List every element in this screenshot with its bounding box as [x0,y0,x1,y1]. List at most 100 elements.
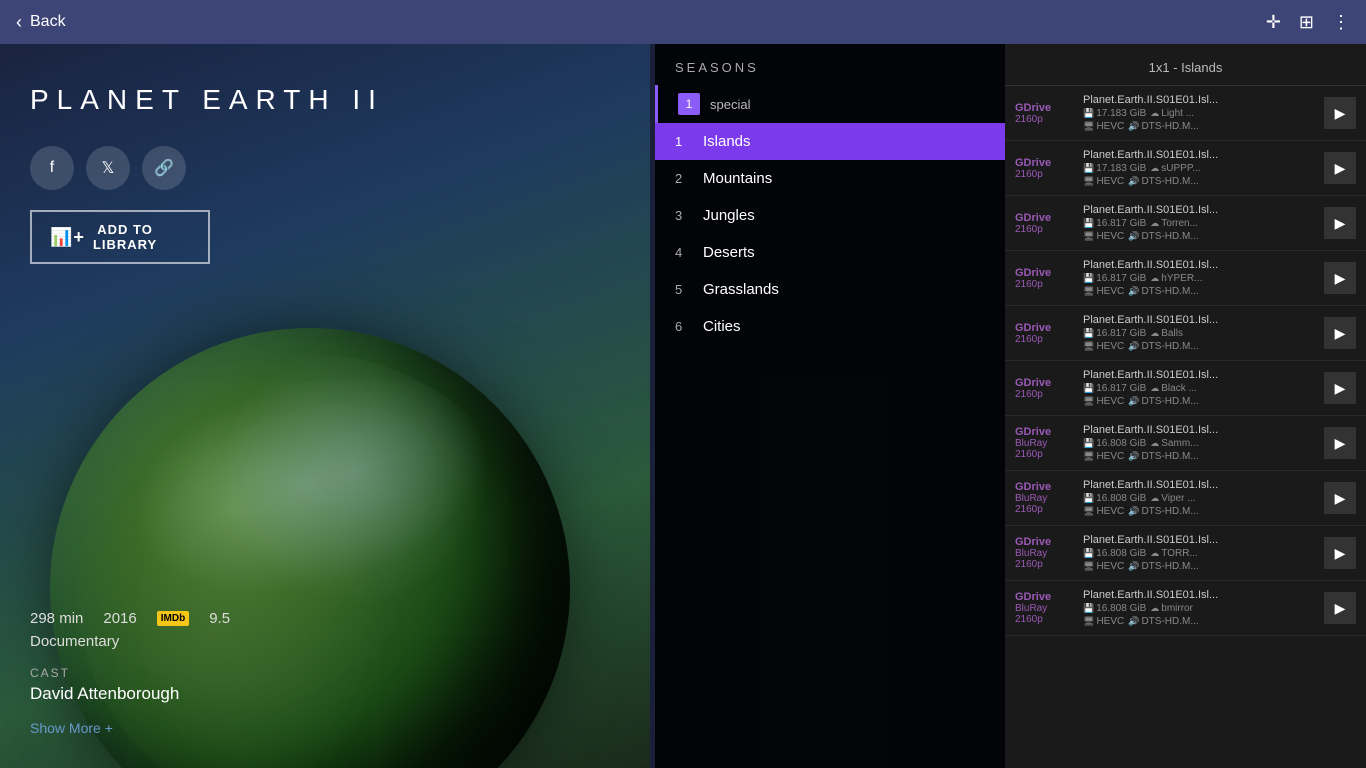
add-library-icon: 📊+ [50,227,85,248]
file-name: Planet.Earth.II.S01E01.Isl... [1083,149,1316,161]
twitter-button[interactable]: 𝕏 [86,146,130,190]
file-source: GDrive BluRay 2160p [1015,591,1075,625]
grid-icon[interactable]: ⊞ [1299,12,1314,33]
file-details: 💾 16.808 GiB ☁ bmirror [1083,603,1316,614]
file-details: 💾 16.808 GiB ☁ Samm... [1083,438,1316,449]
file-item-5: GDrive 2160p Planet.Earth.II.S01E01.Isl.… [1005,361,1366,416]
genre: Documentary [30,633,620,650]
season-item-islands[interactable]: 1 Islands [655,123,1005,160]
source-type: BluRay [1015,438,1047,449]
season-number: 6 [675,319,689,334]
source-type: BluRay [1015,493,1047,504]
season-item-mountains[interactable]: 2 Mountains [655,160,1005,197]
files-panel: 1x1 - Islands GDrive 2160p Planet.Earth.… [1005,44,1366,768]
season-special-item[interactable]: 1 special [655,85,1005,123]
file-details: 💾 16.808 GiB ☁ Viper ... [1083,493,1316,504]
cloud-icon: ☁ [1150,218,1159,229]
file-item-8: GDrive BluRay 2160p Planet.Earth.II.S01E… [1005,526,1366,581]
codec-item: 🖥 HEVC [1083,561,1124,572]
special-label: special [710,97,750,112]
social-icons-group: f 𝕏 🔗 [30,146,620,190]
cloud-icon: ☁ [1150,328,1159,339]
season-number: 2 [675,171,689,186]
file-name: Planet.Earth.II.S01E01.Isl... [1083,369,1316,381]
file-cloud: hYPER... [1161,273,1202,284]
play-button-4[interactable]: ▶ [1324,317,1356,349]
source-name: GDrive [1015,102,1051,114]
codec: HEVC [1096,561,1124,572]
season-item-cities[interactable]: 6 Cities [655,308,1005,345]
audio: DTS-HD.M... [1141,506,1198,517]
facebook-button[interactable]: f [30,146,74,190]
file-codec-details: 🖥 HEVC 🔊 DTS-HD.M... [1083,341,1316,352]
imdb-badge: IMDb [157,611,189,626]
cast-name: David Attenborough [30,684,620,704]
cloud-icon: ☁ [1150,273,1159,284]
season-name: Jungles [703,207,755,224]
source-res: 2160p [1015,279,1043,290]
codec-item: 🖥 HEVC [1083,176,1124,187]
play-button-9[interactable]: ▶ [1324,592,1356,624]
audio-item: 🔊 DTS-HD.M... [1128,506,1198,517]
codec-item: 🖥 HEVC [1083,121,1124,132]
file-codec-details: 🖥 HEVC 🔊 DTS-HD.M... [1083,176,1316,187]
file-codec-details: 🖥 HEVC 🔊 DTS-HD.M... [1083,506,1316,517]
source-res: 2160p [1015,504,1043,515]
play-button-3[interactable]: ▶ [1324,262,1356,294]
play-button-0[interactable]: ▶ [1324,97,1356,129]
file-cloud: Samm... [1161,438,1198,449]
source-type: BluRay [1015,603,1047,614]
more-icon[interactable]: ⋮ [1332,12,1350,33]
season-item-jungles[interactable]: 3 Jungles [655,197,1005,234]
season-item-grasslands[interactable]: 5 Grasslands [655,271,1005,308]
play-button-7[interactable]: ▶ [1324,482,1356,514]
file-size: 16.808 GiB [1096,493,1146,504]
file-item-1: GDrive 2160p Planet.Earth.II.S01E01.Isl.… [1005,141,1366,196]
play-button-2[interactable]: ▶ [1324,207,1356,239]
season-item-deserts[interactable]: 4 Deserts [655,234,1005,271]
audio-item: 🔊 DTS-HD.M... [1128,341,1198,352]
file-cloud-item: ☁ Viper ... [1150,493,1195,504]
monitor-icon: 🖥 [1083,561,1094,572]
cloud-icon: ☁ [1150,493,1159,504]
play-button-8[interactable]: ▶ [1324,537,1356,569]
file-size-item: 💾 17.183 GiB [1083,108,1146,119]
cast-label: CAST [30,666,620,680]
file-cloud: Viper ... [1161,493,1195,504]
back-button[interactable]: ‹ Back [16,12,66,33]
file-size-item: 💾 16.817 GiB [1083,383,1146,394]
codec: HEVC [1096,451,1124,462]
file-cloud: bmirror [1161,603,1193,614]
file-codec-details: 🖥 HEVC 🔊 DTS-HD.M... [1083,231,1316,242]
hdd-icon: 💾 [1083,493,1094,504]
play-button-1[interactable]: ▶ [1324,152,1356,184]
file-cloud: Torren... [1161,218,1198,229]
monitor-icon: 🖥 [1083,121,1094,132]
back-label: Back [30,13,66,31]
hdd-icon: 💾 [1083,218,1094,229]
file-source: GDrive 2160p [1015,157,1075,180]
codec: HEVC [1096,396,1124,407]
file-cloud-item: ☁ Samm... [1150,438,1198,449]
file-cloud: sUPPP... [1161,163,1200,174]
file-details: 💾 17.183 GiB ☁ sUPPP... [1083,163,1316,174]
file-item-4: GDrive 2160p Planet.Earth.II.S01E01.Isl.… [1005,306,1366,361]
add-to-library-button[interactable]: 📊+ ADD TOLIBRARY [30,210,210,264]
file-item-0: GDrive 2160p Planet.Earth.II.S01E01.Isl.… [1005,86,1366,141]
audio-item: 🔊 DTS-HD.M... [1128,396,1198,407]
top-bar: ‹ Back ✛ ⊞ ⋮ [0,0,1366,44]
file-size: 16.808 GiB [1096,603,1146,614]
audio-item: 🔊 DTS-HD.M... [1128,231,1198,242]
file-size: 16.817 GiB [1096,218,1146,229]
file-source: GDrive BluRay 2160p [1015,481,1075,515]
puzzle-icon[interactable]: ✛ [1266,12,1281,33]
twitter-icon: 𝕏 [102,158,115,178]
season-name: Islands [703,133,751,150]
show-more-link[interactable]: Show More + [30,720,113,736]
play-button-5[interactable]: ▶ [1324,372,1356,404]
link-button[interactable]: 🔗 [142,146,186,190]
play-button-6[interactable]: ▶ [1324,427,1356,459]
file-details: 💾 16.817 GiB ☁ hYPER... [1083,273,1316,284]
audio-item: 🔊 DTS-HD.M... [1128,451,1198,462]
monitor-icon: 🖥 [1083,341,1094,352]
